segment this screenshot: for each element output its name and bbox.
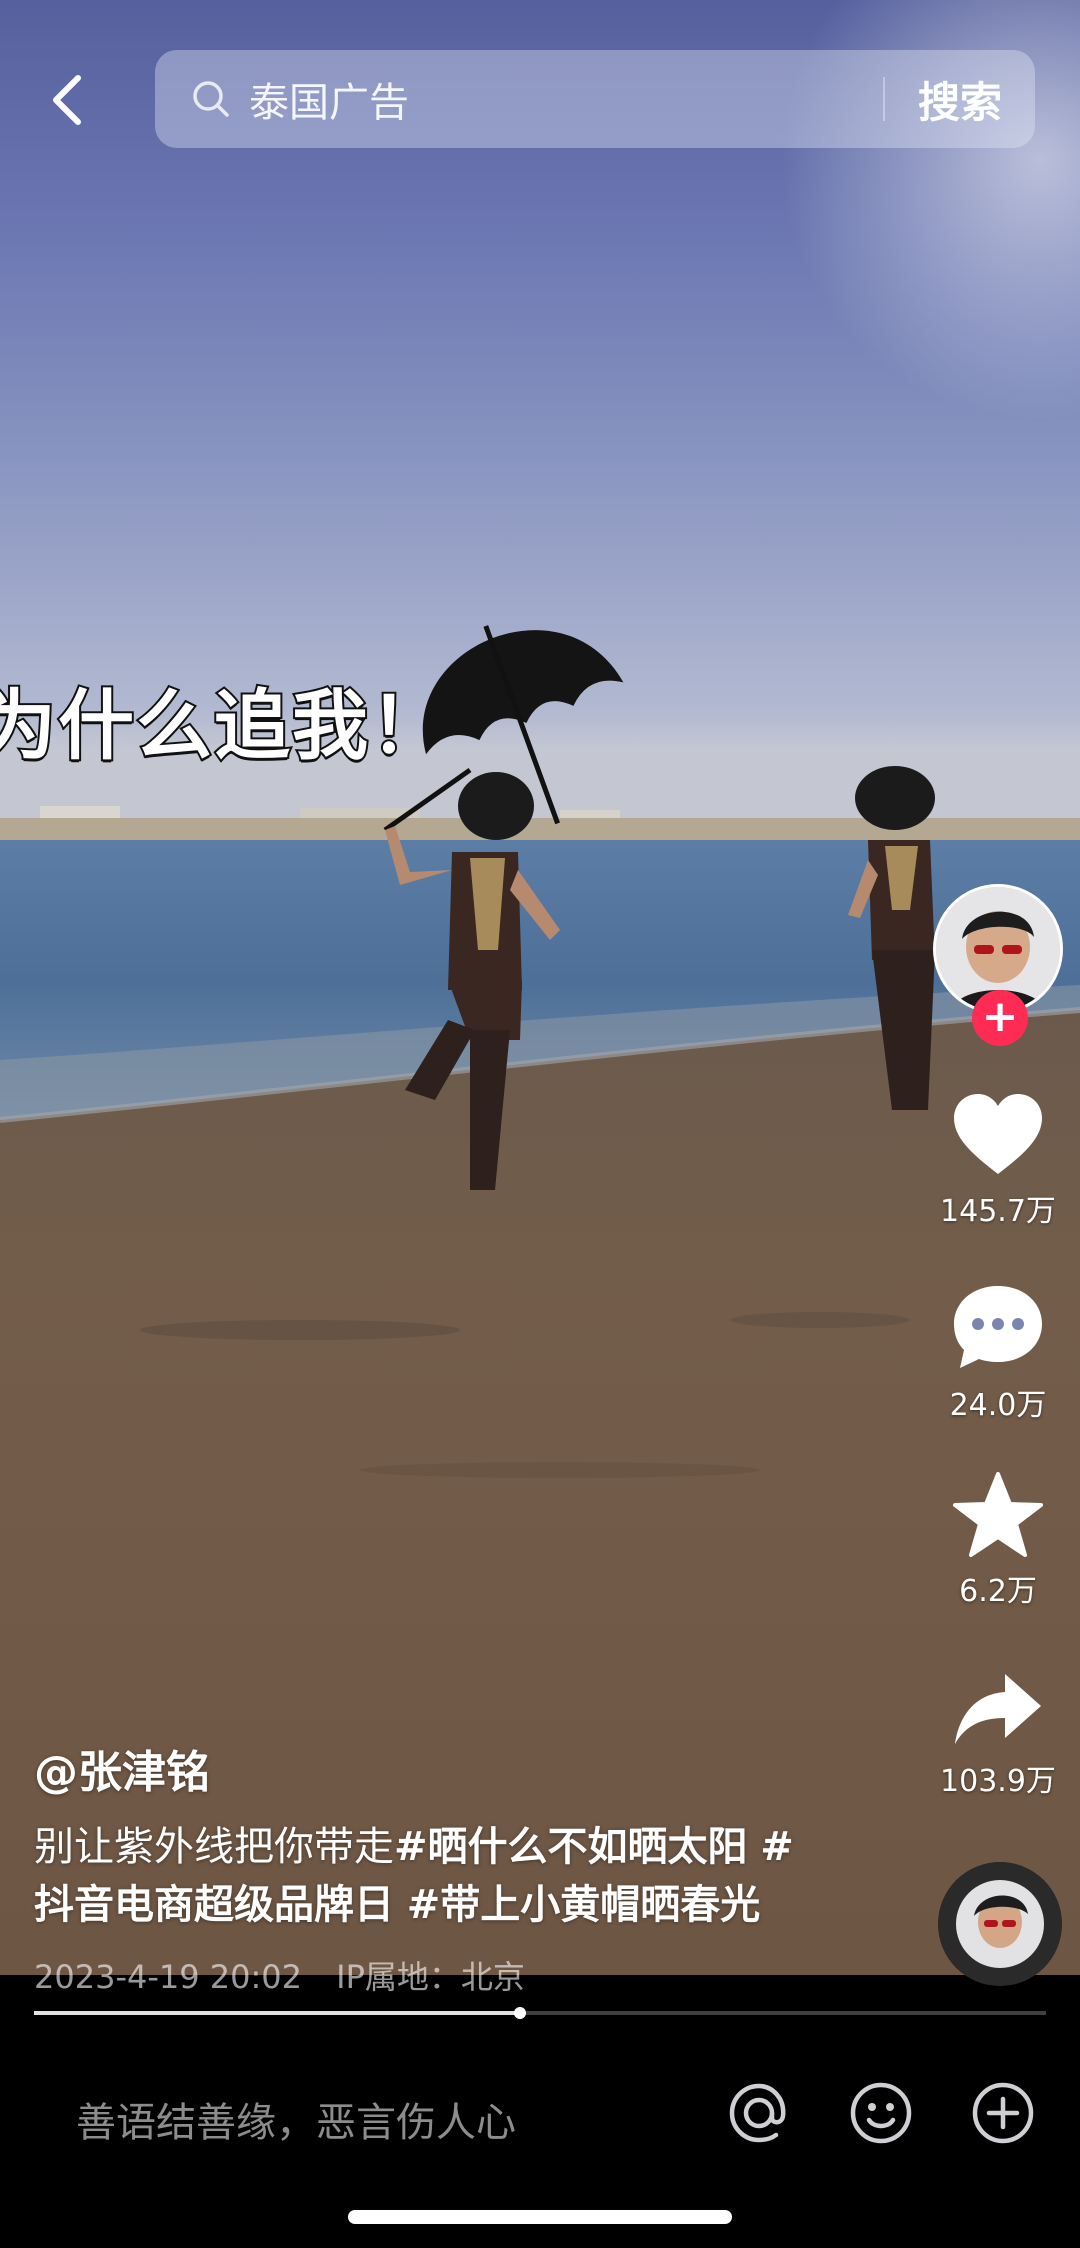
progress-thumb[interactable]: [513, 2007, 526, 2019]
star-icon: [953, 1472, 1043, 1557]
add-button[interactable]: [970, 2080, 1036, 2146]
hashtag-link[interactable]: 抖音电商超级品牌日: [34, 1882, 394, 1928]
video-frame-scene: [0, 0, 1080, 1975]
home-indicator[interactable]: [348, 2210, 732, 2224]
comment-bar: 善语结善缘，恶言伤人心: [0, 2020, 1080, 2248]
share-button[interactable]: 103.9万: [923, 1672, 1073, 1800]
author-avatar-button[interactable]: +: [933, 884, 1063, 1046]
author-name[interactable]: @张津铭: [34, 1736, 210, 1800]
video-overlay-caption: 为什么追我！: [0, 679, 448, 772]
ip-location: IP属地：北京: [336, 1958, 525, 1996]
share-count: 103.9万: [940, 1764, 1056, 1799]
comment-button[interactable]: 24.0万: [923, 1282, 1073, 1424]
description-text: 别让紫外线把你带走: [34, 1824, 394, 1870]
comment-icon: [954, 1286, 1042, 1368]
comment-count: 24.0万: [949, 1388, 1047, 1423]
hashtag-link[interactable]: #带上小黄帽晒春光: [407, 1882, 761, 1928]
mention-button[interactable]: [726, 2080, 792, 2146]
heart-icon: [954, 1094, 1042, 1174]
back-button[interactable]: [40, 70, 100, 130]
music-cover-image: [938, 1862, 1062, 1986]
video-description: 别让紫外线把你带走#晒什么不如晒太阳 # 抖音电商超级品牌日 #带上小黄帽晒春光: [34, 1818, 864, 1934]
progress-fill: [34, 2011, 520, 2015]
video-progress-bar[interactable]: [34, 2007, 1046, 2019]
like-button[interactable]: 145.7万: [923, 1092, 1073, 1230]
video-player[interactable]: 为什么追我！: [0, 0, 1080, 1975]
video-feed-screen: 为什么追我！ 泰国广告 搜索 + 145.7万 24.0万 6.2万 103.9…: [0, 0, 1080, 2248]
search-bar[interactable]: 泰国广告 搜索: [155, 50, 1035, 148]
search-input[interactable]: 泰国广告: [249, 70, 883, 128]
favorite-button[interactable]: 6.2万: [923, 1472, 1073, 1610]
back-icon: [53, 75, 81, 125]
emoji-icon: [850, 2082, 912, 2144]
search-button[interactable]: 搜索: [885, 69, 1035, 130]
at-icon: [729, 2083, 786, 2143]
plus-circle-icon: [972, 2082, 1034, 2144]
like-count: 145.7万: [940, 1194, 1056, 1229]
post-date: 2023-4-19 20:02: [34, 1958, 302, 1996]
search-icon: [193, 81, 229, 117]
hashtag-link[interactable]: #晒什么不如晒太阳: [394, 1824, 748, 1870]
post-meta: 2023-4-19 20:02 IP属地：北京: [34, 1952, 525, 1998]
follow-button[interactable]: +: [972, 990, 1028, 1046]
emoji-button[interactable]: [848, 2080, 914, 2146]
hashtag-link[interactable]: #: [760, 1824, 794, 1870]
comment-input[interactable]: 善语结善缘，恶言伤人心: [76, 2090, 516, 2148]
music-disc-button[interactable]: [938, 1862, 1062, 1986]
share-icon: [955, 1674, 1041, 1744]
favorite-count: 6.2万: [959, 1574, 1037, 1609]
